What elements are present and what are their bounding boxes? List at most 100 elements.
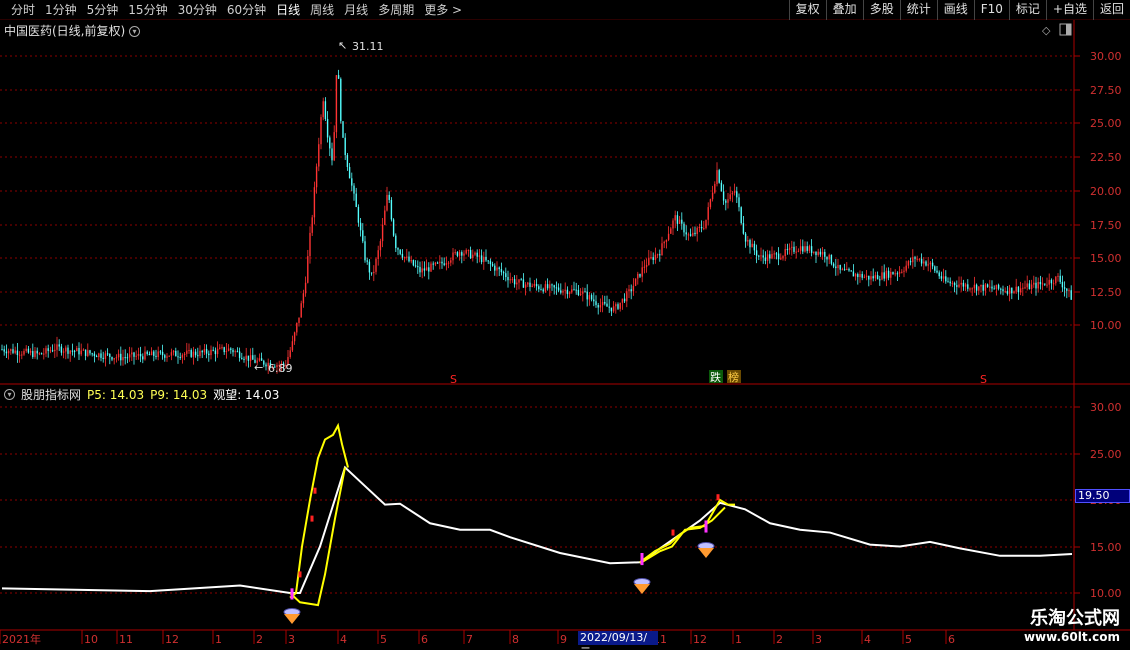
candle-down <box>1059 275 1061 282</box>
candle-down <box>238 351 241 358</box>
candle-up <box>564 289 566 291</box>
candle-up <box>113 358 115 360</box>
indicator-lines <box>1 422 1073 607</box>
candle-up <box>452 252 454 261</box>
candle-down <box>1006 291 1009 294</box>
chart-canvas[interactable]: 30.00 27.50 25.00 22.50 20.00 17.50 15.00 12.50… <box>0 0 1130 650</box>
candle-down <box>597 305 599 308</box>
candle-up <box>632 285 635 292</box>
candle-up <box>181 355 184 358</box>
candle-down <box>887 270 890 278</box>
s-marker-2[interactable]: S <box>980 373 987 386</box>
candle-up <box>45 348 47 354</box>
candle-down <box>538 286 540 290</box>
candle-up <box>304 282 307 294</box>
candle-down <box>1070 290 1072 300</box>
candle-up <box>571 289 573 293</box>
candle-up <box>188 350 190 352</box>
candle-down <box>738 197 740 208</box>
candle-up <box>29 351 32 353</box>
candle-up <box>467 250 470 252</box>
s-marker-1[interactable]: S <box>450 373 457 386</box>
candle-up <box>703 228 705 230</box>
candle-down <box>936 270 938 273</box>
fall-marker[interactable]: 跌 <box>710 370 721 384</box>
time-label: 3 <box>815 633 822 646</box>
candle-up <box>170 352 173 356</box>
indicator-name[interactable]: 股朋指标网 <box>21 386 81 403</box>
candle-down <box>700 227 703 229</box>
candle-down <box>557 287 560 291</box>
candle-down <box>89 350 91 354</box>
diamond-icon[interactable]: ◇ <box>1042 24 1051 37</box>
candle-down <box>500 269 503 273</box>
candle-up <box>841 269 844 271</box>
candle-down <box>208 353 210 356</box>
candle-down <box>522 279 525 288</box>
candle-up <box>483 256 485 263</box>
candle-down <box>40 353 43 355</box>
main-tick-label: 27.50 <box>1090 84 1122 97</box>
candle-up <box>18 354 21 356</box>
candle-down <box>938 272 940 277</box>
candle-down <box>417 266 419 268</box>
candle-up <box>104 353 107 359</box>
candle-down <box>480 255 483 263</box>
candle-up <box>210 349 212 356</box>
candle-up <box>881 272 883 280</box>
main-tick-label: 10.00 <box>1090 319 1122 332</box>
candle-up <box>978 286 980 291</box>
indicator-dropdown-icon[interactable]: ▾ <box>4 389 15 400</box>
candlesticks <box>1 69 1072 374</box>
candle-down <box>364 241 366 261</box>
candle-down <box>366 260 368 262</box>
candle-up <box>511 279 514 281</box>
candle-down <box>146 351 148 355</box>
candle-down <box>967 284 969 289</box>
candle-down <box>362 230 364 242</box>
candle-down <box>769 254 771 259</box>
signal-bar <box>298 571 302 578</box>
candle-up <box>729 194 731 200</box>
candle-up <box>434 262 437 265</box>
candle-up <box>234 351 236 353</box>
candle-down <box>925 261 927 266</box>
signal-bar <box>313 487 317 494</box>
candle-down <box>120 353 122 361</box>
candle-down <box>551 284 553 286</box>
candle-down <box>419 266 421 273</box>
candle-up <box>1041 283 1044 285</box>
candle-up <box>478 255 481 257</box>
candle-up <box>386 194 388 211</box>
watermark-url: www.60lt.com <box>1023 630 1120 644</box>
candle-down <box>155 355 157 358</box>
candle-up <box>791 246 793 248</box>
candle-down <box>368 261 371 273</box>
candle-up <box>122 357 124 361</box>
candle-up <box>678 219 681 224</box>
candle-down <box>1017 286 1020 293</box>
highlighted-date: 2022/09/13/二 <box>578 631 658 650</box>
candle-down <box>355 193 357 207</box>
title-dropdown-icon[interactable]: ▾ <box>129 26 141 37</box>
candle-down <box>370 272 373 274</box>
candle-up <box>302 293 305 304</box>
candle-down <box>47 348 49 351</box>
candle-up <box>23 350 25 355</box>
candle-down <box>513 279 516 285</box>
candle-up <box>80 350 82 355</box>
candle-up <box>54 349 56 352</box>
candle-up <box>131 352 133 355</box>
candle-down <box>956 285 958 287</box>
buy-signal-icon-base <box>284 614 300 624</box>
candle-down <box>577 289 580 296</box>
candle-down <box>397 248 399 250</box>
candle-up <box>7 350 10 354</box>
candle-down <box>1011 287 1013 294</box>
candle-up <box>846 268 848 271</box>
candle-down <box>520 279 522 281</box>
indicator-header: ▾ 股朋指标网 P5: 14.03 P9: 14.03 观望: 14.03 <box>4 386 279 403</box>
candle-down <box>736 191 738 198</box>
rank-marker[interactable]: 榜 <box>728 370 739 384</box>
candle-up <box>10 349 12 351</box>
